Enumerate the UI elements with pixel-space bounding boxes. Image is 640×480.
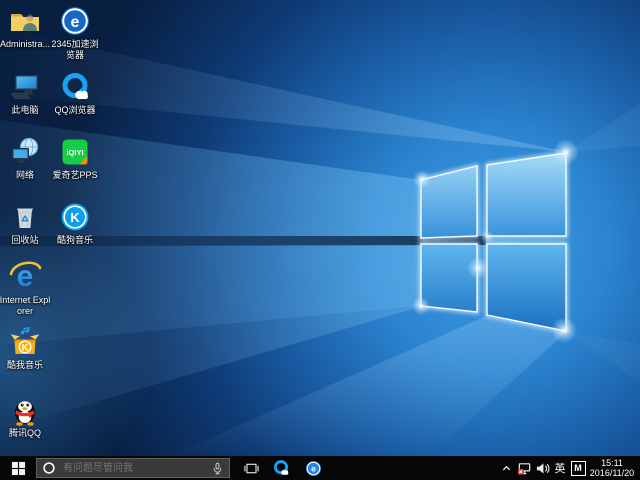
- desktop-icon-label: Administra...: [0, 39, 50, 50]
- taskbar: e 英 M: [0, 456, 640, 480]
- qq-penguin-icon: [9, 394, 41, 426]
- internet-explorer-icon: e: [7, 257, 43, 293]
- desktop-icon-qq-browser[interactable]: QQ浏览器: [47, 69, 103, 116]
- 2345-browser-icon: e: [305, 460, 322, 477]
- iqiyi-icon: iQIYI: [59, 136, 91, 168]
- 2345-browser-icon: e: [59, 5, 91, 37]
- show-hidden-icons-button[interactable]: [497, 456, 515, 480]
- network-status-button[interactable]: [515, 456, 533, 480]
- desktop-icon-kugou-music[interactable]: K 酷狗音乐: [47, 199, 103, 246]
- clock[interactable]: 15:11 2016/11/20: [587, 458, 640, 478]
- desktop-icon-label: 酷狗音乐: [57, 235, 93, 246]
- chevron-up-icon: [501, 463, 512, 474]
- computer-icon: [9, 71, 41, 103]
- task-view-button[interactable]: [237, 456, 265, 480]
- windows-desktop: Administra... e 2345加速浏览器 此电脑: [0, 0, 640, 480]
- desktop-icon-label: Internet Explorer: [0, 295, 51, 317]
- svg-text:K: K: [22, 343, 29, 353]
- volume-button[interactable]: [533, 456, 551, 480]
- ime-mode-label: M: [571, 461, 586, 476]
- desktop-icon-internet-explorer[interactable]: e Internet Explorer: [0, 255, 53, 317]
- clock-time: 15:11: [587, 458, 637, 468]
- ime-language-label: 英: [555, 460, 566, 476]
- desktop-icon-label: QQ浏览器: [54, 105, 95, 116]
- taskbar-app-2345-browser[interactable]: e: [297, 456, 329, 480]
- cortana-icon: [42, 461, 56, 475]
- kugou-music-icon: K: [59, 201, 91, 233]
- start-button[interactable]: [0, 456, 36, 480]
- kuwo-music-icon: K: [9, 326, 41, 358]
- ime-mode-indicator[interactable]: M: [569, 456, 587, 480]
- svg-text:e: e: [311, 463, 316, 473]
- taskbar-app-qq-browser[interactable]: [265, 456, 297, 480]
- qq-browser-icon: [272, 459, 290, 477]
- network-disconnected-icon: [517, 461, 532, 476]
- desktop-icon-label: 爱奇艺PPS: [52, 170, 97, 181]
- desktop-icon-tencent-qq[interactable]: 腾讯QQ: [0, 392, 53, 439]
- taskbar-search-box[interactable]: [36, 458, 230, 478]
- desktop-icon-label: 腾讯QQ: [9, 428, 41, 439]
- desktop-icon-administrator[interactable]: Administra...: [0, 3, 53, 50]
- desktop-icon-label: 酷我音乐: [7, 360, 43, 371]
- desktop-icon-label: 2345加速浏览器: [49, 39, 101, 61]
- network-icon: [9, 136, 41, 168]
- recycle-bin-icon: [9, 201, 41, 233]
- svg-text:K: K: [70, 210, 80, 225]
- desktop-icon-label: 网络: [16, 170, 34, 181]
- search-input[interactable]: [61, 462, 211, 475]
- clock-date: 2016/11/20: [587, 468, 637, 478]
- windows-logo-icon: [11, 461, 26, 476]
- desktop-icon-label: 回收站: [11, 235, 38, 246]
- desktop-icon-this-pc[interactable]: 此电脑: [0, 69, 53, 116]
- svg-text:iQIYI: iQIYI: [66, 148, 83, 157]
- task-view-icon: [244, 461, 259, 476]
- user-folder-icon: [9, 5, 41, 37]
- ime-language-indicator[interactable]: 英: [551, 456, 569, 480]
- svg-text:e: e: [71, 14, 80, 31]
- microphone-icon[interactable]: [211, 462, 224, 475]
- desktop-icon-network[interactable]: 网络: [0, 134, 53, 181]
- qq-browser-icon: [59, 71, 91, 103]
- speaker-icon: [535, 461, 550, 476]
- desktop-icon-kuwo-music[interactable]: K 酷我音乐: [0, 324, 53, 371]
- desktop-icon-iqiyi-pps[interactable]: iQIYI 爱奇艺PPS: [47, 134, 103, 181]
- desktop-icon-2345-browser[interactable]: e 2345加速浏览器: [47, 3, 103, 61]
- desktop-icon-label: 此电脑: [11, 105, 38, 116]
- desktop-icon-recycle-bin[interactable]: 回收站: [0, 199, 53, 246]
